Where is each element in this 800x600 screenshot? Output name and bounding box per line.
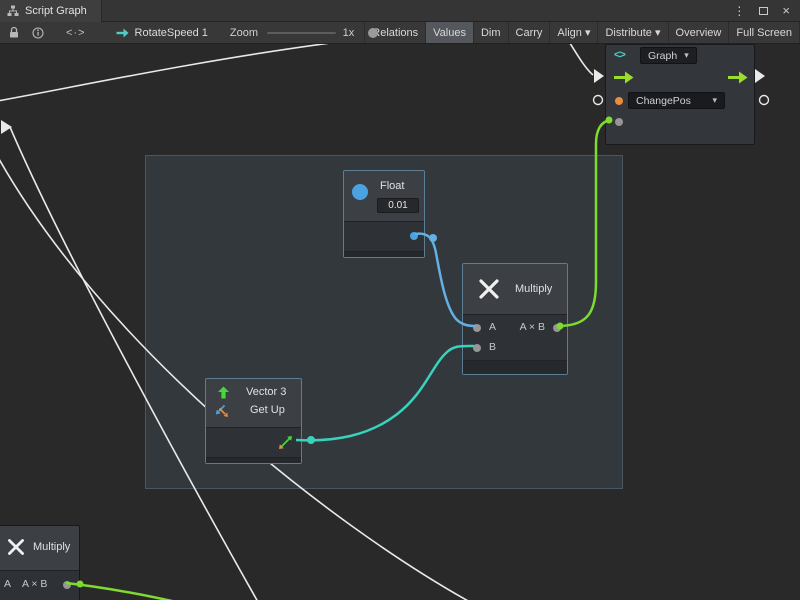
- multiply-partial-header: Multiply: [0, 526, 79, 570]
- script-graph-icon: [7, 5, 19, 17]
- up-arrow-icon: [217, 386, 230, 399]
- wire-multiply-partial-output[interactable]: [66, 583, 198, 600]
- graph-canvas[interactable]: Float 0.01 Multiply A A × B B: [0, 44, 800, 600]
- get-up-node-title: Get Up: [250, 404, 285, 416]
- zoom-slider-track[interactable]: [267, 32, 336, 34]
- multiply-input-a-port[interactable]: [473, 324, 481, 332]
- chevron-down-icon: ▾: [684, 50, 689, 61]
- fullscreen-button[interactable]: Full Screen: [728, 22, 800, 43]
- float-value-field[interactable]: 0.01: [377, 198, 419, 213]
- event-flow-out-arrowhead[interactable]: [755, 69, 765, 83]
- lock-icon[interactable]: [8, 26, 20, 39]
- graph-name-label: RotateSpeed 1: [135, 27, 208, 39]
- multiply-node[interactable]: Multiply A A × B B: [462, 263, 568, 375]
- multiply-node-header: Multiply: [463, 264, 567, 314]
- graph-asset-icon: [116, 26, 129, 39]
- variable-dropdown[interactable]: ChangePos ▾: [628, 92, 725, 109]
- tab-script-graph[interactable]: Script Graph: [0, 0, 102, 22]
- get-up-node-ports: [206, 427, 301, 457]
- window-maximize-icon[interactable]: [759, 7, 768, 15]
- carry-button[interactable]: Carry: [508, 22, 550, 43]
- float-type-icon: [352, 184, 368, 200]
- toolbar-buttons: Relations Values Dim Carry Align ▾ Distr…: [364, 22, 800, 43]
- info-icon[interactable]: [32, 27, 44, 39]
- float-node[interactable]: Float 0.01: [343, 170, 425, 258]
- window-close-icon[interactable]: ×: [782, 4, 790, 17]
- multiply-partial-ports: A A × B: [0, 570, 79, 600]
- zoom-label: Zoom: [230, 27, 258, 39]
- multiply-output-port[interactable]: [553, 324, 561, 332]
- get-up-node[interactable]: Vector 3 Get Up: [205, 378, 302, 464]
- vector3-output-port[interactable]: [278, 435, 293, 450]
- window-controls: ⋮ ×: [733, 4, 800, 17]
- wire-arrowhead-left[interactable]: [1, 120, 12, 134]
- titlebar: Script Graph ⋮ ×: [0, 0, 800, 22]
- flow-output-port[interactable]: [728, 71, 748, 84]
- event-node[interactable]: <> Graph ▾ ChangePos ▾: [605, 44, 755, 145]
- multiply-partial-input-a-label: A: [4, 578, 11, 590]
- multiply-icon: [7, 538, 25, 556]
- float-output-port[interactable]: [410, 232, 418, 240]
- graph-breadcrumb[interactable]: RotateSpeed 1: [116, 26, 208, 39]
- multiply-node-partial[interactable]: Multiply A A × B: [0, 525, 80, 600]
- chevron-down-icon: ▾: [712, 95, 717, 106]
- get-up-node-header: Vector 3 Get Up: [206, 379, 301, 427]
- zoom-value: 1x: [343, 27, 355, 39]
- multiply-input-a-label: A: [489, 321, 496, 333]
- multiply-partial-output-port[interactable]: [63, 581, 71, 589]
- multiply-input-b-port[interactable]: [473, 344, 481, 352]
- edit-graph-icon[interactable]: <·>: [66, 27, 86, 39]
- multiply-icon: [478, 278, 500, 300]
- get-up-node-type: Vector 3: [246, 386, 286, 398]
- tab-title: Script Graph: [25, 5, 87, 17]
- zoom-slider[interactable]: [267, 22, 336, 44]
- wire-offscreen-topleft[interactable]: [0, 44, 338, 102]
- float-node-footer: [344, 251, 424, 257]
- wire-into-event-node[interactable]: [568, 44, 593, 75]
- values-button[interactable]: Values: [425, 22, 473, 43]
- distribute-dropdown-button[interactable]: Distribute ▾: [597, 22, 667, 43]
- get-up-node-footer: [206, 457, 301, 463]
- zoom-slider-thumb[interactable]: [368, 28, 378, 38]
- variable-input-port[interactable]: [615, 97, 623, 105]
- dim-button[interactable]: Dim: [473, 22, 508, 43]
- multiply-partial-output-label: A × B: [22, 578, 47, 590]
- align-dropdown-button[interactable]: Align ▾: [549, 22, 597, 43]
- float-node-header: Float 0.01: [344, 171, 424, 221]
- graph-dropdown[interactable]: Graph ▾: [640, 47, 697, 64]
- variable-dropdown-label: ChangePos: [636, 95, 691, 107]
- float-node-ports: [344, 221, 424, 251]
- graph-icon: <>: [614, 49, 625, 61]
- transform-arrows-icon: [214, 404, 230, 418]
- multiply-node-ports: A A × B B: [463, 314, 567, 360]
- multiply-output-label: A × B: [520, 321, 545, 333]
- event-flow-in-arrowhead[interactable]: [594, 69, 604, 83]
- event-extra-port[interactable]: [615, 118, 623, 126]
- graph-toolbar: <·> RotateSpeed 1 Zoom 1x Relations Valu…: [0, 22, 800, 44]
- multiply-node-footer: [463, 360, 567, 374]
- window-menu-icon[interactable]: ⋮: [733, 5, 745, 17]
- unconnected-port-circle-right[interactable]: [760, 96, 769, 105]
- flow-input-port[interactable]: [614, 71, 634, 84]
- unconnected-port-circle-left[interactable]: [594, 96, 603, 105]
- graph-dropdown-label: Graph: [648, 50, 677, 62]
- multiply-input-b-label: B: [489, 341, 496, 353]
- multiply-partial-title: Multiply: [33, 541, 70, 553]
- overview-button[interactable]: Overview: [668, 22, 729, 43]
- multiply-node-title: Multiply: [515, 283, 552, 295]
- float-node-title: Float: [380, 180, 404, 192]
